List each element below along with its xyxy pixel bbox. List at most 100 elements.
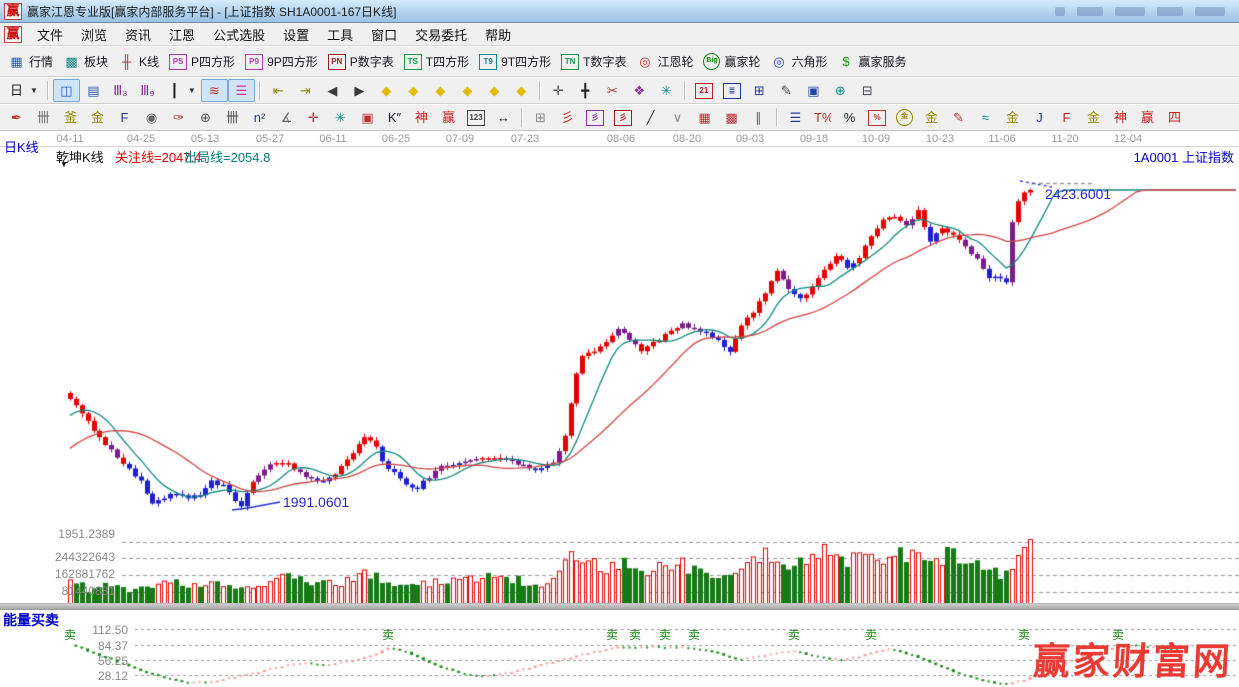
pen2-icon[interactable]: ✑ [165, 106, 192, 129]
print-icon[interactable]: ⊟ [854, 79, 881, 102]
analysis-icon[interactable]: ✳ [653, 79, 680, 102]
titlebar-blur-control[interactable] [1115, 7, 1145, 16]
p-table-button[interactable]: PNP数字表 [323, 50, 399, 73]
fan-red-icon[interactable]: 彡 [554, 106, 581, 129]
gann-gold2-icon[interactable]: 金 [84, 106, 111, 129]
fan-box-icon[interactable]: 彡 [609, 106, 637, 129]
save-icon[interactable]: ▣ [800, 79, 827, 102]
gold-line2-icon[interactable]: 金 [999, 106, 1026, 129]
skip-end-icon[interactable]: ⇥ [292, 79, 319, 102]
menu-item-文件[interactable]: 文件 [28, 24, 72, 45]
gold-line-icon[interactable]: 金 [918, 106, 945, 129]
box-grid-icon[interactable]: ⊞ [527, 106, 554, 129]
expand-all-icon[interactable]: ◆ [481, 79, 508, 102]
v-line-icon[interactable]: ∨ [664, 106, 691, 129]
candle-style-button[interactable]: ┃▼ [161, 79, 201, 102]
step-back-icon[interactable]: ◀ [319, 79, 346, 102]
network-icon[interactable]: ⊕ [827, 79, 854, 102]
skip-start-icon[interactable]: ⇤ [265, 79, 292, 102]
volume-profile-icon[interactable]: ☰ [228, 79, 255, 102]
width-arrows-icon[interactable]: ↔ [490, 106, 517, 129]
quote-button[interactable]: ▦行情 [3, 50, 58, 73]
fan-purple-icon[interactable]: 彡 [581, 106, 609, 129]
calendar-icon[interactable]: 21 [690, 79, 718, 102]
menu-item-帮助[interactable]: 帮助 [476, 24, 520, 45]
shen-tool-icon[interactable]: 神 [408, 106, 435, 129]
trend-line-icon[interactable]: ╱ [637, 106, 664, 129]
period-day-button[interactable]: 日▼ [3, 79, 43, 102]
info-panel-icon[interactable]: ▤ [80, 79, 107, 102]
bars3-icon[interactable]: Ⅲ₃ [107, 79, 134, 102]
ying-tool-icon[interactable]: 赢 [435, 106, 462, 129]
ruler-ticks-icon[interactable]: 卌 [30, 106, 57, 129]
chip-pattern-icon[interactable]: ≋ [201, 79, 228, 102]
pen-candle-icon[interactable]: ✎ [945, 106, 972, 129]
hexagon-button[interactable]: ◎六角形 [766, 50, 833, 73]
titlebar-blur-control[interactable] [1157, 7, 1183, 16]
percent-line-icon[interactable]: % [863, 106, 891, 129]
gann-gold1-icon[interactable]: 釜 [57, 106, 84, 129]
period-label[interactable]: 日K线 [4, 137, 39, 156]
pen-flag-icon[interactable]: ✒ [3, 106, 30, 129]
t-table-button[interactable]: TNT数字表 [556, 50, 631, 73]
titlebar-controls[interactable] [1055, 7, 1235, 16]
titlebar-blur-control[interactable] [1077, 7, 1103, 16]
pane-splitter[interactable] [0, 603, 1239, 610]
sector-button[interactable]: ▩板块 [58, 50, 113, 73]
notes-icon[interactable]: ✎ [773, 79, 800, 102]
compress-all-icon[interactable]: ◆ [508, 79, 535, 102]
9p-square-button[interactable]: P99P四方形 [240, 50, 323, 73]
t-square-button[interactable]: TST四方形 [399, 50, 474, 73]
shift-left-icon[interactable]: ◆ [373, 79, 400, 102]
draw-manage-icon[interactable]: ❖ [626, 79, 653, 102]
t-percent-icon[interactable]: T% [809, 106, 836, 129]
menu-item-窗口[interactable]: 窗口 [362, 24, 406, 45]
f-tool-icon[interactable]: F [111, 106, 138, 129]
ying-diag-icon[interactable]: 赢 [1134, 106, 1161, 129]
winner-service-button[interactable]: $赢家服务 [833, 50, 912, 73]
ladder-icon[interactable]: ☰ [782, 106, 809, 129]
calc2-icon[interactable]: ⊞ [746, 79, 773, 102]
grid1-icon[interactable]: ▦ [691, 106, 718, 129]
spiral-icon[interactable]: ◉ [138, 106, 165, 129]
titlebar-blur-control[interactable] [1195, 7, 1225, 16]
gold-circle-icon[interactable]: 金 [891, 106, 918, 129]
p-square-button[interactable]: PSP四方形 [164, 50, 240, 73]
target-grid-icon[interactable]: ▣ [354, 106, 381, 129]
bars9-icon[interactable]: Ⅲ₉ [134, 79, 161, 102]
oscillator-name-label[interactable]: 能量买卖 [3, 610, 59, 630]
ruler-fine-icon[interactable]: 卌 [219, 106, 246, 129]
k-quote-icon[interactable]: K″ [381, 106, 408, 129]
title-bar[interactable]: 赢 赢家江恩专业版[赢家内部服务平台] - [上证指数 SH1A0001-167… [0, 0, 1239, 23]
angle-icon[interactable]: ∡ [273, 106, 300, 129]
gann-circle-icon[interactable]: ⊕ [192, 106, 219, 129]
shen-diag-icon[interactable]: 神 [1107, 106, 1134, 129]
shift-right-icon[interactable]: ◆ [400, 79, 427, 102]
calculator-icon[interactable]: ≣ [718, 79, 746, 102]
percent-icon[interactable]: % [836, 106, 863, 129]
expand-h-icon[interactable]: ◆ [427, 79, 454, 102]
crosshair-icon[interactable]: ╋ [572, 79, 599, 102]
winner-wheel-button[interactable]: Big赢家轮 [698, 50, 765, 73]
gann-wheel-button[interactable]: ◎江恩轮 [631, 50, 698, 73]
step-forward-icon[interactable]: ▶ [346, 79, 373, 102]
menu-item-交易委托[interactable]: 交易委托 [406, 24, 476, 45]
gold-diag-icon[interactable]: 金 [1080, 106, 1107, 129]
9t-square-button[interactable]: T99T四方形 [474, 50, 556, 73]
erase-tool-icon[interactable]: ✂ [599, 79, 626, 102]
compass-icon[interactable]: ✛ [300, 106, 327, 129]
n2-icon[interactable]: n² [246, 106, 273, 129]
ruler123-icon[interactable]: 123 [462, 106, 490, 129]
wave-a-icon[interactable]: ≈ [972, 106, 999, 129]
titlebar-blur-control[interactable] [1055, 7, 1065, 16]
compress-h-icon[interactable]: ◆ [454, 79, 481, 102]
f-line-icon[interactable]: F [1053, 106, 1080, 129]
menu-item-工具[interactable]: 工具 [318, 24, 362, 45]
si-line-icon[interactable]: 四 [1161, 106, 1188, 129]
menu-item-公式选股[interactable]: 公式选股 [204, 24, 274, 45]
menu-item-设置[interactable]: 设置 [274, 24, 318, 45]
kline-button[interactable]: ╫K线 [113, 50, 164, 73]
pan-tool-icon[interactable]: ✛ [545, 79, 572, 102]
kline-view-icon[interactable]: ◫ [53, 79, 80, 102]
kline-type-caret-icon[interactable]: ▼ [60, 160, 68, 169]
